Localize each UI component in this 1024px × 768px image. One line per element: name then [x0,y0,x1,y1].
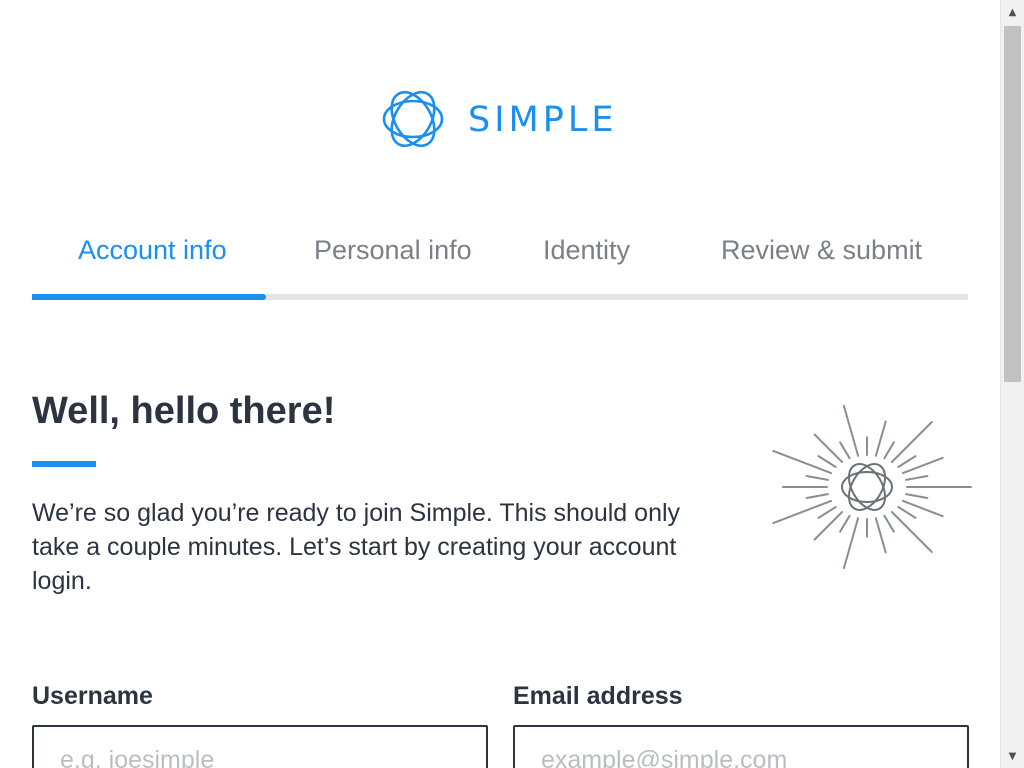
sunburst-ray [883,514,895,533]
tab-personal-info[interactable]: Personal info [314,230,472,270]
brand-header[interactable]: SIMPLE [380,84,617,154]
simple-logo-icon [382,91,444,147]
sunburst-ray [905,493,929,499]
sunburst-ray [897,455,917,468]
sunburst-ray [772,499,832,525]
tab-account-info[interactable]: Account info [78,230,227,270]
sunburst-ray [805,493,829,499]
email-input[interactable] [513,725,969,768]
page-content: SIMPLE Account info Personal info Identi… [0,0,1000,768]
sunburst-logo-icon [772,404,972,570]
username-label: Username [32,682,153,710]
sunburst-ray [890,421,933,463]
page-title: Well, hello there! [32,390,336,432]
sunburst-ray [839,441,851,460]
sunburst-ray [817,506,837,519]
sunburst-ray [817,455,837,468]
progress-fill [32,294,266,300]
sunburst-ray [905,475,929,481]
scroll-up-arrow-icon[interactable]: ▲ [1001,2,1024,22]
progress-track [32,294,968,300]
sunburst-ray [842,404,860,457]
scroll-down-arrow-icon[interactable]: ▼ [1001,746,1024,766]
signup-page: SIMPLE Account info Personal info Identi… [0,0,1024,768]
tab-review-submit[interactable]: Review & submit [721,230,922,270]
sunburst-ray [839,514,851,533]
scrollbar[interactable]: ▲ ▼ [1000,0,1024,768]
username-input[interactable] [32,725,488,768]
sunburst-ray [890,511,933,553]
signup-steps: Account info Personal info Identity Revi… [32,230,968,302]
accent-divider [32,461,96,467]
sunburst-ray [897,506,917,519]
tab-identity[interactable]: Identity [543,230,630,270]
sunburst-ray [772,449,832,475]
sunburst-ray [813,433,844,463]
sunburst-ray [813,511,844,541]
intro-text: We’re so glad you’re ready to join Simpl… [32,499,681,595]
sunburst-ray [883,441,895,460]
sunburst-ray [805,475,829,481]
brand-name: SIMPLE [468,99,618,140]
email-label: Email address [513,682,683,710]
scrollbar-thumb[interactable] [1004,26,1021,382]
sunburst-ray [842,517,860,570]
sunburst-ray [874,420,887,457]
sunburst-ray [874,517,887,554]
